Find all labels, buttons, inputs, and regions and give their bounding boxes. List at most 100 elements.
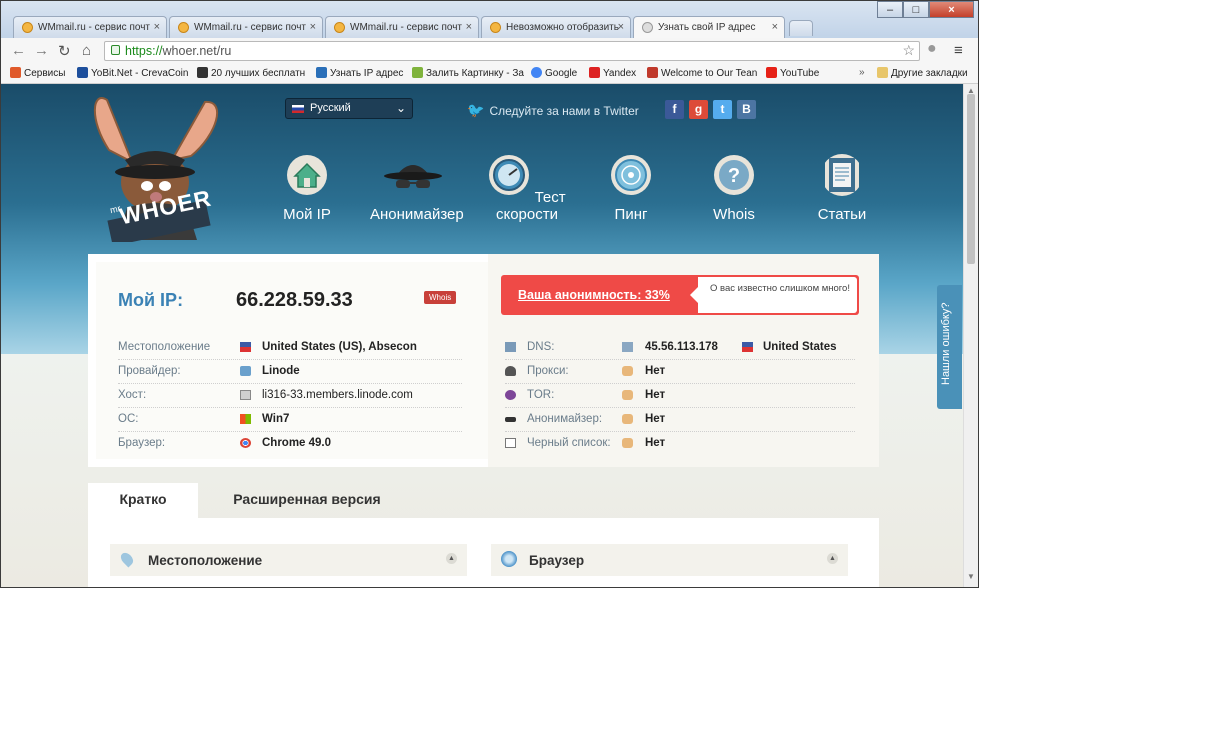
- bookmark-star-icon[interactable]: ☆: [902, 42, 915, 59]
- forward-icon[interactable]: →: [34, 42, 49, 59]
- menu-icon[interactable]: ≡: [954, 42, 963, 59]
- nav-speed-test[interactable]: Тест скорости: [485, 154, 569, 223]
- my-ip-label: Мой IP:: [118, 290, 184, 310]
- maximize-button[interactable]: □: [903, 1, 929, 18]
- section-location-header[interactable]: Местоположение ▲: [110, 544, 467, 576]
- close-tab-icon[interactable]: ×: [310, 21, 316, 33]
- back-icon[interactable]: ←: [11, 42, 26, 59]
- close-window-button[interactable]: ×: [929, 1, 974, 18]
- report-error-tab[interactable]: Нашли ошибку?: [937, 285, 962, 409]
- address-bar[interactable]: https://whoer.net/ru ☆: [104, 41, 920, 61]
- site-icon: [197, 67, 208, 78]
- other-bookmarks[interactable]: Другие закладки: [877, 67, 968, 79]
- vk-icon[interactable]: B: [737, 100, 756, 119]
- provider-icon: [240, 366, 251, 376]
- bookmark-item[interactable]: YoBit.Net - CrevaCoin: [77, 67, 188, 79]
- bookmark-item[interactable]: 20 лучших бесплатн: [197, 67, 305, 79]
- reload-icon[interactable]: ↻: [58, 42, 71, 60]
- section-browser-header[interactable]: Браузер ▲: [491, 544, 848, 576]
- ip-info-panel: Мой IP: 66.228.59.33 Whois Ваша анонимно…: [88, 254, 879, 467]
- google-icon: [531, 67, 542, 78]
- bookmark-item[interactable]: Узнать IP адрес: [316, 67, 403, 79]
- info-row-os: ОС: Win7: [118, 408, 462, 432]
- bookmark-item[interactable]: Залить Картинку - За: [412, 67, 524, 79]
- radar-icon: [611, 155, 651, 195]
- ip-address: 66.228.59.33: [236, 289, 353, 311]
- thumbs-up-icon: [622, 438, 633, 448]
- nav-articles[interactable]: Статьи: [817, 154, 867, 223]
- scroll-thumb[interactable]: [967, 94, 975, 264]
- nav-ping[interactable]: Пинг: [609, 154, 653, 223]
- location-pin-icon: [118, 550, 136, 568]
- collapse-icon[interactable]: ▲: [446, 553, 457, 564]
- folder-icon: [877, 67, 888, 78]
- anonymity-link[interactable]: Ваша анонимность: 33%: [518, 288, 670, 302]
- dns-icon: [505, 342, 516, 352]
- list-icon: [505, 438, 516, 448]
- bookmarks-bar: Сервисы YoBit.Net - CrevaCoin 20 лучших …: [1, 64, 978, 84]
- nav-my-ip[interactable]: Мой IP: [281, 154, 333, 223]
- minimize-button[interactable]: –: [877, 1, 903, 18]
- tab-brief[interactable]: Кратко: [88, 483, 198, 518]
- browser-window: WMmail.ru - сервис почт × WMmail.ru - се…: [0, 0, 979, 588]
- google-icon[interactable]: g: [689, 100, 708, 119]
- russia-flag-icon: [292, 105, 304, 113]
- collapse-icon[interactable]: ▲: [827, 553, 838, 564]
- wmmail-favicon-icon: [334, 22, 345, 33]
- chevron-down-icon: ⌄: [395, 101, 406, 115]
- browser-tab-active[interactable]: Узнать свой IP адрес ×: [633, 16, 785, 39]
- url-text: https://whoer.net/ru: [125, 44, 232, 58]
- us-flag-icon: [742, 342, 753, 352]
- glasses-icon: [505, 417, 516, 422]
- host-icon: [240, 390, 251, 400]
- search-favicon-icon: [642, 22, 653, 33]
- wmmail-favicon-icon: [22, 22, 33, 33]
- us-flag-icon: [240, 342, 251, 352]
- bookmarks-overflow-icon[interactable]: »: [859, 67, 865, 78]
- question-icon: ?: [714, 155, 754, 195]
- home-icon[interactable]: ⌂: [82, 42, 91, 59]
- info-row-tor: TOR: Нет: [505, 384, 855, 408]
- thumbs-up-icon: [622, 366, 633, 376]
- language-select[interactable]: Русский ⌄: [285, 98, 413, 119]
- bookmark-item[interactable]: Welcome to Our Tean: [647, 67, 757, 79]
- facebook-icon[interactable]: f: [665, 100, 684, 119]
- nav-anonymizer[interactable]: Анонимайзер: [370, 154, 464, 223]
- browser-tab[interactable]: WMmail.ru - сервис почт ×: [169, 16, 323, 38]
- bookmark-item[interactable]: Google: [531, 67, 577, 79]
- bookmark-item[interactable]: Yandex: [589, 67, 636, 79]
- proxy-icon: [505, 366, 516, 376]
- nav-whois[interactable]: ? Whois: [711, 154, 757, 223]
- page-scrollbar[interactable]: ▲ ▼: [963, 84, 978, 587]
- yandex-icon: [589, 67, 600, 78]
- svg-text:?: ?: [728, 165, 740, 187]
- bookmark-item[interactable]: Сервисы: [10, 67, 65, 79]
- close-tab-icon[interactable]: ×: [618, 21, 624, 33]
- new-tab-button[interactable]: [789, 20, 813, 36]
- upload-icon: [412, 67, 423, 78]
- wmmail-favicon-icon: [178, 22, 189, 33]
- info-row-anonymizer: Анонимайзер: Нет: [505, 408, 855, 432]
- info-row-blacklist: Черный список: Нет: [505, 432, 855, 455]
- info-row-provider: Провайдер: Linode: [118, 360, 462, 384]
- whois-badge[interactable]: Whois: [424, 291, 457, 304]
- close-tab-icon[interactable]: ×: [772, 21, 778, 33]
- thumbs-up-icon: [622, 414, 633, 424]
- close-tab-icon[interactable]: ×: [154, 21, 160, 33]
- network-icon: [622, 342, 633, 352]
- windows-icon: [240, 414, 251, 424]
- error-favicon-icon: [490, 22, 501, 33]
- anonymity-banner: Ваша анонимность: 33% О вас известно сли…: [501, 275, 859, 315]
- ip-icon: [316, 67, 327, 78]
- extension-icon[interactable]: ●: [927, 40, 937, 58]
- close-tab-icon[interactable]: ×: [466, 21, 472, 33]
- browser-tab[interactable]: Невозможно отобразить ×: [481, 16, 631, 38]
- tab-extended[interactable]: Расширенная версия: [212, 483, 402, 518]
- browser-tab[interactable]: WMmail.ru - сервис почт ×: [325, 16, 479, 38]
- bookmark-item[interactable]: YouTube: [766, 67, 819, 79]
- browser-tab[interactable]: WMmail.ru - сервис почт ×: [13, 16, 167, 38]
- scroll-down-icon[interactable]: ▼: [967, 572, 975, 581]
- twitter-icon[interactable]: t: [713, 100, 732, 119]
- twitter-follow-link[interactable]: 🐦 Следуйте за нами в Twitter: [467, 102, 639, 119]
- yobit-icon: [77, 67, 88, 78]
